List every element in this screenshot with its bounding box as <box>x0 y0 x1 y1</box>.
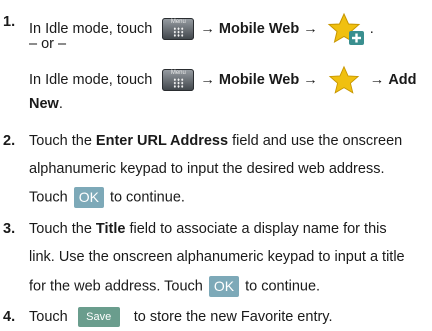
step-2-line-1: Touch the Enter URL Address field and us… <box>29 131 402 151</box>
text: Touch the <box>29 221 96 237</box>
step-2-line-2: alphanumeric keypad to input the desired… <box>29 161 385 177</box>
text: to continue. <box>245 278 321 295</box>
step-1-line-3: In Idle mode, touch Menu → Mobile Web → →… <box>29 65 417 95</box>
step-3-number: 3. <box>3 221 16 237</box>
step-4-line-1: Touch Save to store the new Favorite entry… <box>29 307 333 328</box>
instructions-document: 1. In Idle mode, touch Menu → Mobile Web … <box>0 0 432 331</box>
step-2-line-3: Touch OK to continue. <box>29 187 185 208</box>
step-3-line-3: for the web address. Touch OK to continue. <box>29 276 320 297</box>
menu-key-icon: Menu <box>162 69 195 91</box>
text: to continue. <box>109 189 185 206</box>
text: Touch <box>29 189 68 206</box>
arrow: → <box>303 71 318 88</box>
menu-key-label: Menu <box>170 19 186 25</box>
text: field and use the onscreen <box>228 133 403 149</box>
step-1-or: – or – <box>29 36 67 52</box>
enter-url-address-label: Enter URL Address <box>95 133 229 149</box>
step-3-line-1: Touch the Title field to associate a dis… <box>29 219 387 239</box>
step-1-alt-mobile-web: Mobile Web <box>218 71 300 88</box>
text: field to associate a display name for th… <box>125 221 387 237</box>
title-label: Title <box>95 221 126 237</box>
step-1-number: 1. <box>3 14 16 30</box>
save-button: Save <box>77 307 120 328</box>
step-4-number: 4. <box>3 309 16 325</box>
text: to store the new Favorite entry. <box>133 309 333 325</box>
star-icon <box>328 65 359 94</box>
menu-key-icon: Menu <box>162 18 195 40</box>
period: . <box>58 96 63 112</box>
star-add-icon <box>327 12 364 45</box>
step-1-line-1: In Idle mode, touch Menu → Mobile Web → . <box>29 12 374 46</box>
step-1-alt-text: In Idle mode, touch <box>29 71 153 88</box>
period: . <box>369 20 374 37</box>
step-1-line-4: New. <box>29 94 63 114</box>
ok-button: OK <box>73 187 104 208</box>
arrow: → <box>200 71 215 88</box>
step-3-line-2: link. Use the onscreen alphanumeric keyp… <box>29 249 405 265</box>
ok-button: OK <box>208 276 240 297</box>
step-1-mobile-web: Mobile Web <box>218 20 300 37</box>
text: Touch the <box>29 133 96 149</box>
arrow: → <box>303 20 318 37</box>
menu-key-label: Menu <box>170 70 186 76</box>
arrow: → <box>369 71 385 88</box>
text: Touch <box>29 309 68 325</box>
arrow: → <box>200 20 215 37</box>
text: for the web address. Touch <box>29 278 203 295</box>
add-new-label: Add <box>388 71 417 88</box>
step-2-number: 2. <box>3 133 16 149</box>
add-new-label-cont: New <box>29 96 59 112</box>
